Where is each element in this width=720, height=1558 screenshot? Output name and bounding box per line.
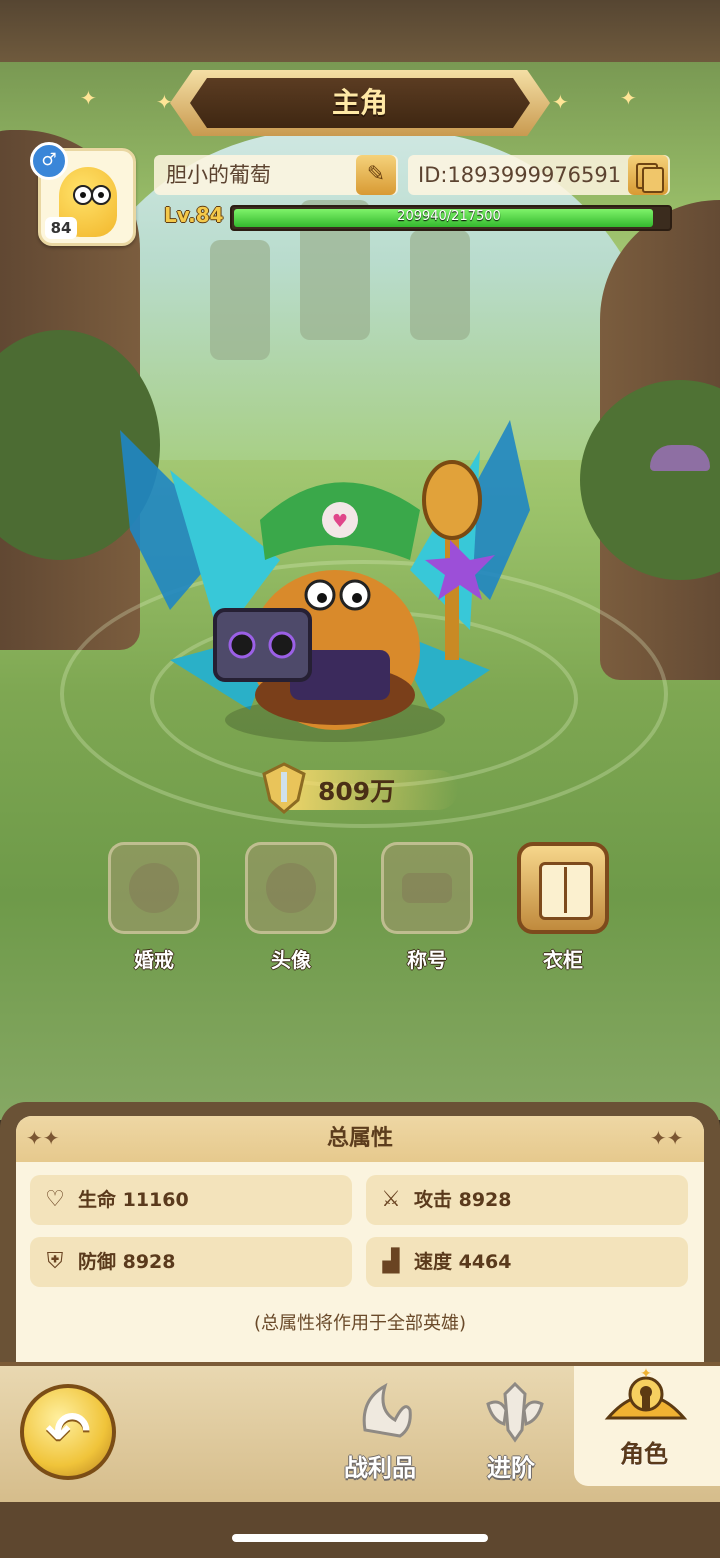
nav-advance[interactable]: 进阶	[475, 1380, 555, 1490]
advance-icon	[486, 1381, 544, 1443]
nav-loot[interactable]: 战利品	[340, 1380, 430, 1490]
ring-icon	[129, 863, 179, 913]
stat-attack: ⚔ 攻击 8928	[366, 1175, 688, 1225]
eye	[91, 185, 111, 205]
stat-hp: ♡ 生命 11160	[30, 1175, 352, 1225]
wardrobe-label: 衣柜	[543, 948, 583, 972]
combat-power-value: 809万	[318, 777, 396, 806]
pencil-icon: ✎	[366, 162, 386, 187]
stat-speed: ▟ 速度 4464	[366, 1237, 688, 1287]
level-label: Lv.84	[164, 203, 224, 227]
sparkle-icon: ✦	[620, 86, 637, 110]
wedding-ring-label: 婚戒	[134, 948, 174, 972]
nav-character-label: 角色	[620, 1440, 668, 1468]
mushroom	[650, 445, 710, 471]
sparkle-icon: ✦	[156, 90, 173, 114]
page-title: 主角	[331, 86, 388, 119]
combat-power-icon	[258, 760, 310, 816]
heart-icon: ♡	[45, 1187, 65, 1212]
edit-name-button[interactable]: ✎	[356, 155, 396, 195]
nav-advance-label: 进阶	[487, 1454, 535, 1482]
copy-icon-front	[642, 167, 664, 193]
sparkle-icon: ✦✦	[26, 1126, 60, 1150]
wardrobe-button[interactable]	[517, 842, 609, 934]
stat-defense-text: 防御 8928	[78, 1251, 176, 1273]
home-indicator[interactable]	[232, 1534, 488, 1542]
wardrobe-divider	[564, 867, 567, 913]
stat-hp-text: 生命 11160	[78, 1189, 189, 1211]
gender-icon: ♂	[30, 142, 68, 180]
sparkle-icon: ✦✦	[650, 1126, 684, 1150]
hero-character[interactable]: ♥	[110, 410, 550, 750]
character-icon: ✦	[604, 1366, 688, 1420]
claw-icon: ⚔	[381, 1187, 401, 1212]
stone-pillar	[210, 240, 270, 360]
back-button[interactable]: ↶	[20, 1384, 116, 1480]
nav-loot-label: 战利品	[344, 1454, 416, 1482]
eye	[73, 185, 93, 205]
wardrobe-icon	[539, 862, 593, 920]
svg-text:✦: ✦	[640, 1366, 652, 1382]
sparkle-icon: ✦	[80, 86, 97, 110]
portrait-icon	[266, 863, 316, 913]
title-label: 称号	[407, 948, 447, 972]
wedding-ring-button[interactable]	[108, 842, 200, 934]
nav-character[interactable]: ✦ 角色	[590, 1366, 702, 1476]
avatar-level: 84	[45, 217, 77, 239]
attribute-title: 总属性	[326, 1126, 393, 1151]
title-button[interactable]	[381, 842, 473, 934]
avatar-frame-button[interactable]	[245, 842, 337, 934]
shield-icon: ⛨	[46, 1249, 64, 1274]
stat-attack-text: 攻击 8928	[414, 1189, 512, 1211]
svg-text:♥: ♥	[332, 511, 348, 532]
stat-speed-text: 速度 4464	[414, 1251, 512, 1273]
boot-icon: ▟	[382, 1249, 400, 1274]
sparkle-icon: ✦	[552, 90, 569, 114]
bottom-frame	[0, 1502, 720, 1558]
stat-defense: ⛨ 防御 8928	[30, 1237, 352, 1287]
back-arrow-icon: ↶	[45, 1400, 91, 1463]
copy-id-button[interactable]	[628, 155, 668, 195]
player-id: ID:1893999976591	[418, 163, 622, 187]
crown-icon	[402, 873, 452, 903]
xp-text: 209940/217500	[397, 209, 501, 224]
stone-pillar	[410, 230, 470, 340]
loot-icon	[362, 1382, 412, 1438]
top-frame	[0, 0, 720, 62]
attribute-note: (总属性将作用于全部英雄)	[253, 1313, 467, 1334]
player-name: 胆小的葡萄	[166, 163, 271, 187]
avatar-frame-label: 头像	[271, 948, 311, 972]
